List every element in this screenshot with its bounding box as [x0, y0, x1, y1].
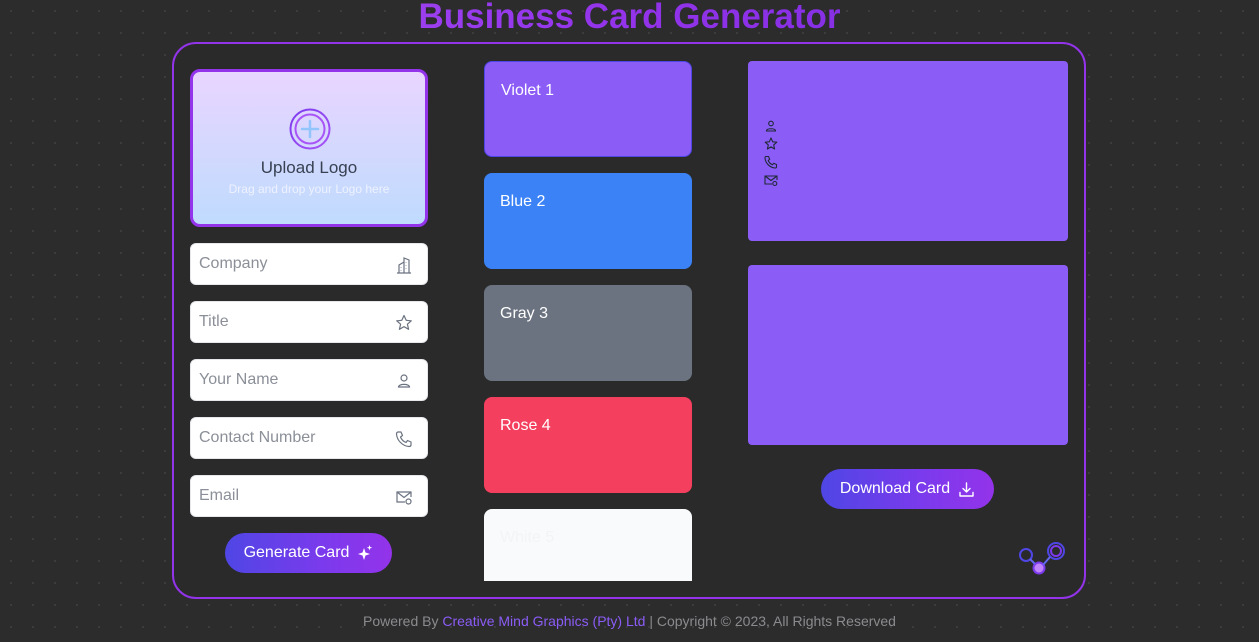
email-input[interactable]	[199, 476, 389, 516]
upload-logo-hint: Drag and drop your Logo here	[228, 182, 390, 196]
theme-label: Blue 2	[500, 193, 546, 210]
name-field	[190, 359, 428, 401]
card-preview-front	[748, 61, 1068, 241]
star-icon	[764, 137, 778, 155]
theme-label: Rose 4	[500, 417, 551, 434]
add-logo-icon	[289, 108, 331, 150]
sparkles-icon	[358, 545, 373, 560]
company-input[interactable]	[199, 244, 389, 284]
page-title: Business Card Generator	[0, 0, 1259, 37]
company-field	[190, 243, 428, 285]
download-card-label: Download Card	[839, 480, 951, 497]
star-icon	[396, 314, 412, 330]
card-contact-icons	[764, 119, 778, 191]
email-field	[190, 475, 428, 517]
theme-option-gray[interactable]: Gray 3	[484, 285, 692, 381]
upload-logo-dropzone[interactable]: Upload Logo Drag and drop your Logo here	[190, 69, 428, 227]
mail-icon	[764, 173, 778, 191]
download-card-button[interactable]: Download Card	[821, 469, 994, 509]
theme-label: Gray 3	[500, 305, 549, 322]
footer-prefix: Powered By	[363, 613, 439, 629]
theme-option-violet[interactable]: Violet 1	[484, 61, 692, 157]
card-preview-back	[748, 265, 1068, 445]
connected-nodes-icon	[1019, 542, 1065, 575]
footer-copyright: | Copyright © 2023, All Rights Reserved	[649, 613, 896, 629]
theme-list[interactable]: Violet 1 Blue 2 Gray 3 Rose 4 White 5	[484, 61, 692, 581]
footer: Powered By Creative Mind Graphics (Pty) …	[0, 613, 1259, 629]
phone-icon	[395, 431, 412, 448]
contact-input[interactable]	[199, 418, 389, 458]
title-input[interactable]	[199, 302, 389, 342]
company-link[interactable]: Creative Mind Graphics (Pty) Ltd	[442, 613, 645, 629]
theme-option-rose[interactable]: Rose 4	[484, 397, 692, 493]
name-input[interactable]	[199, 360, 389, 400]
generate-card-button[interactable]: Generate Card	[225, 533, 392, 573]
download-icon	[959, 481, 974, 497]
generate-card-label: Generate Card	[243, 544, 350, 561]
theme-option-blue[interactable]: Blue 2	[484, 173, 692, 269]
theme-label: Violet 1	[501, 82, 555, 99]
user-icon	[764, 119, 778, 137]
contact-field	[190, 417, 428, 459]
title-field	[190, 301, 428, 343]
building-icon	[397, 257, 411, 274]
theme-label: White 5	[500, 529, 555, 546]
mail-icon	[396, 491, 412, 505]
user-icon	[397, 374, 411, 388]
theme-option-white[interactable]: White 5	[484, 509, 692, 581]
phone-icon	[764, 155, 778, 173]
upload-logo-title: Upload Logo	[260, 158, 358, 177]
